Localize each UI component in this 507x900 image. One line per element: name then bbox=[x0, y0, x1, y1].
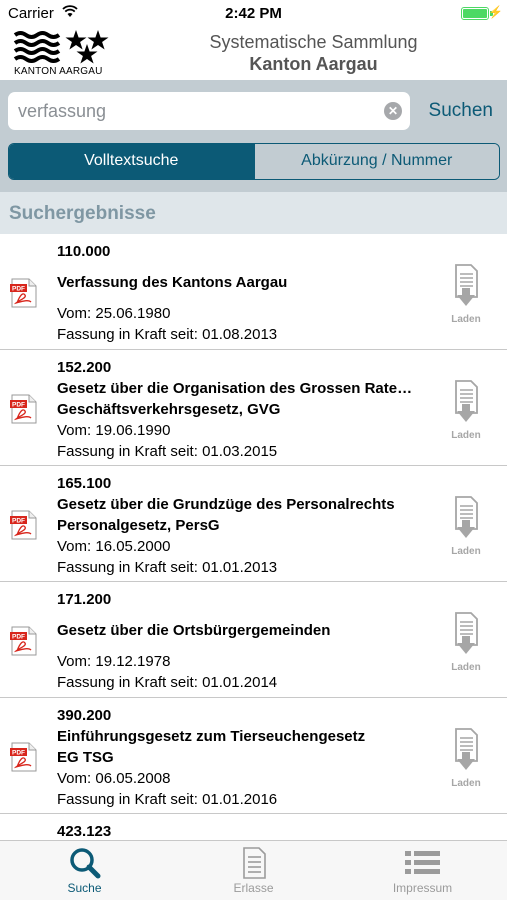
result-subtitle: Geschäftsverkehrsgesetz, GVG bbox=[57, 401, 281, 418]
result-number: 110.000 bbox=[57, 243, 111, 260]
result-title: Gesetz über die Ortsbürgergemeinden bbox=[57, 622, 331, 639]
result-in-force: Fassung in Kraft seit: 01.08.2013 bbox=[57, 326, 278, 343]
status-bar: Carrier 2:42 PM ⚡ bbox=[0, 0, 507, 28]
result-number: 390.200 bbox=[57, 707, 112, 724]
download-button[interactable]: Laden bbox=[447, 496, 485, 557]
result-in-force: Fassung in Kraft seit: 01.01.2013 bbox=[57, 559, 278, 576]
tab-label: Impressum bbox=[392, 881, 453, 895]
search-input[interactable] bbox=[8, 92, 368, 130]
result-title: Einführungsgesetz zum Tierseuchengesetz bbox=[57, 728, 366, 745]
search-area: ✕ Suchen Volltextsuche Abkürzung / Numme… bbox=[0, 80, 507, 192]
download-label: Laden bbox=[451, 314, 481, 325]
pdf-icon: PDF bbox=[10, 394, 38, 424]
segment-abbreviation[interactable]: Abkürzung / Nummer bbox=[253, 144, 499, 179]
download-icon bbox=[447, 728, 485, 777]
svg-text:PDF: PDF bbox=[12, 402, 25, 409]
result-in-force: Fassung in Kraft seit: 01.03.2015 bbox=[57, 443, 278, 460]
download-label: Laden bbox=[451, 430, 481, 441]
result-number: 165.100 bbox=[57, 475, 112, 492]
result-row[interactable]: PDF 152.200 Gesetz über die Organisation… bbox=[0, 350, 507, 466]
search-mode-control: Volltextsuche Abkürzung / Nummer bbox=[8, 143, 500, 180]
pdf-icon: PDF bbox=[10, 626, 38, 656]
clear-search-button[interactable]: ✕ bbox=[384, 102, 402, 120]
page-title: Systematische Sammlung Kanton Aargau bbox=[120, 32, 507, 75]
pdf-icon: PDF bbox=[10, 278, 38, 308]
result-in-force: Fassung in Kraft seit: 01.01.2016 bbox=[57, 791, 278, 808]
download-button[interactable]: Laden bbox=[447, 728, 485, 789]
tab-impressum[interactable]: Impressum bbox=[338, 841, 507, 900]
result-subtitle: Personalgesetz, PersG bbox=[57, 517, 220, 534]
result-title: Gesetz über die Grundzüge des Personalre… bbox=[57, 496, 395, 513]
tab-bar: Suche Erlasse Impressum bbox=[0, 840, 507, 900]
search-icon bbox=[69, 848, 100, 879]
document-icon bbox=[242, 847, 266, 879]
segment-fulltext[interactable]: Volltextsuche bbox=[9, 144, 254, 179]
tab-erlasse[interactable]: Erlasse bbox=[169, 841, 338, 900]
title-line-2: Kanton Aargau bbox=[249, 54, 378, 74]
download-icon bbox=[447, 264, 485, 313]
result-row[interactable]: PDF 390.200 Einführungsgesetz zum Tierse… bbox=[0, 698, 507, 814]
section-header: Suchergebnisse bbox=[0, 192, 507, 234]
svg-text:PDF: PDF bbox=[12, 286, 25, 293]
results-list: PDF 110.000 Verfassung des Kantons Aarga… bbox=[0, 234, 507, 840]
result-date: Vom: 19.06.1990 bbox=[57, 422, 171, 439]
search-button[interactable]: Suchen bbox=[429, 100, 493, 122]
logo-caption: KANTON AARGAU bbox=[14, 66, 103, 77]
tab-label: Erlasse bbox=[233, 881, 274, 895]
download-icon bbox=[447, 380, 485, 429]
download-button[interactable]: Laden bbox=[447, 264, 485, 325]
result-date: Vom: 16.05.2000 bbox=[57, 538, 171, 555]
result-row[interactable]: PDF 171.200 Gesetz über die Ortsbürgerge… bbox=[0, 582, 507, 698]
result-row[interactable]: 423.123 bbox=[0, 814, 507, 840]
search-field-container: ✕ bbox=[8, 92, 410, 130]
title-line-1: Systematische Sammlung bbox=[209, 32, 418, 52]
result-title: Gesetz über die Organisation des Grossen… bbox=[57, 380, 413, 397]
download-button[interactable]: Laden bbox=[447, 380, 485, 441]
download-icon bbox=[447, 496, 485, 545]
section-title: Suchergebnisse bbox=[9, 203, 156, 224]
result-row[interactable]: PDF 110.000 Verfassung des Kantons Aarga… bbox=[0, 234, 507, 350]
result-date: Vom: 25.06.1980 bbox=[57, 305, 171, 322]
result-number: 152.200 bbox=[57, 359, 112, 376]
download-label: Laden bbox=[451, 546, 481, 557]
result-date: Vom: 19.12.1978 bbox=[57, 653, 171, 670]
download-icon bbox=[447, 612, 485, 661]
svg-text:PDF: PDF bbox=[12, 634, 25, 641]
charging-icon: ⚡ bbox=[488, 5, 503, 19]
tab-suche[interactable]: Suche bbox=[0, 841, 169, 900]
result-subtitle: EG TSG bbox=[57, 749, 114, 766]
list-icon bbox=[404, 851, 440, 874]
pdf-icon: PDF bbox=[10, 742, 38, 772]
tab-label: Suche bbox=[67, 881, 102, 895]
result-title: Verfassung des Kantons Aargau bbox=[57, 274, 288, 291]
download-label: Laden bbox=[451, 662, 481, 673]
download-button[interactable]: Laden bbox=[447, 612, 485, 673]
app-header: KANTON AARGAU Systematische Sammlung Kan… bbox=[0, 28, 507, 80]
result-in-force: Fassung in Kraft seit: 01.01.2014 bbox=[57, 674, 278, 691]
pdf-icon: PDF bbox=[10, 510, 38, 540]
result-row[interactable]: PDF 165.100 Gesetz über die Grundzüge de… bbox=[0, 466, 507, 582]
result-date: Vom: 06.05.2008 bbox=[57, 770, 171, 787]
svg-text:PDF: PDF bbox=[12, 750, 25, 757]
result-number: 423.123 bbox=[57, 823, 112, 840]
battery-icon bbox=[461, 7, 489, 20]
result-number: 171.200 bbox=[57, 591, 112, 608]
download-label: Laden bbox=[451, 778, 481, 789]
clock: 2:42 PM bbox=[225, 5, 282, 22]
svg-text:PDF: PDF bbox=[12, 518, 25, 525]
